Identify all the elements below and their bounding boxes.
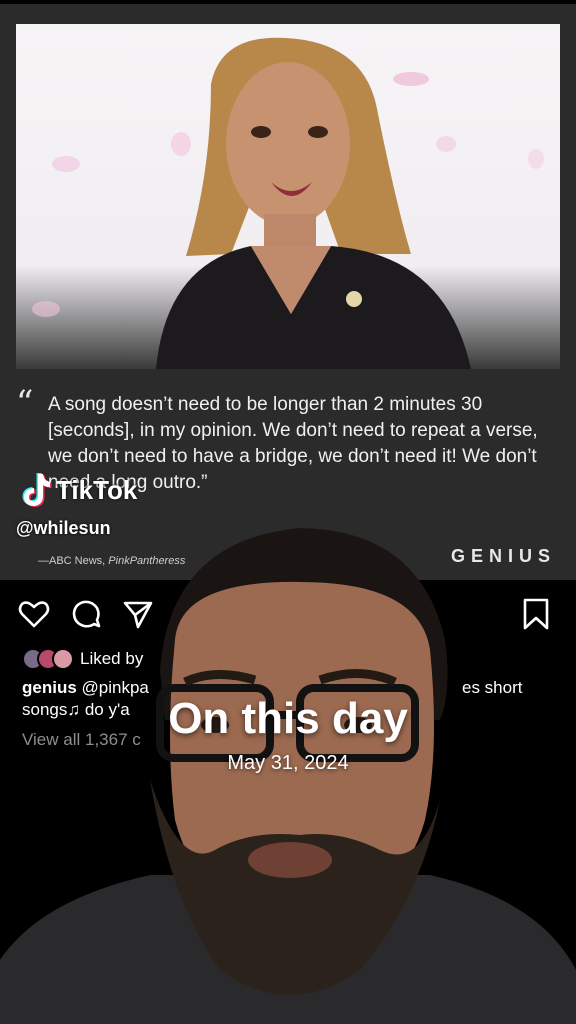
memory-title: On this day (168, 694, 408, 743)
video-frame[interactable]: “ A song doesn’t need to be longer than … (0, 0, 576, 1024)
post-photo (16, 24, 560, 369)
quote-mark: “ (16, 383, 34, 423)
tiktok-logo-icon (22, 473, 52, 507)
tiktok-wordmark: TikTok (56, 474, 138, 505)
tiktok-watermark: TikTok (18, 472, 137, 508)
memory-date: May 31, 2024 (227, 752, 349, 774)
